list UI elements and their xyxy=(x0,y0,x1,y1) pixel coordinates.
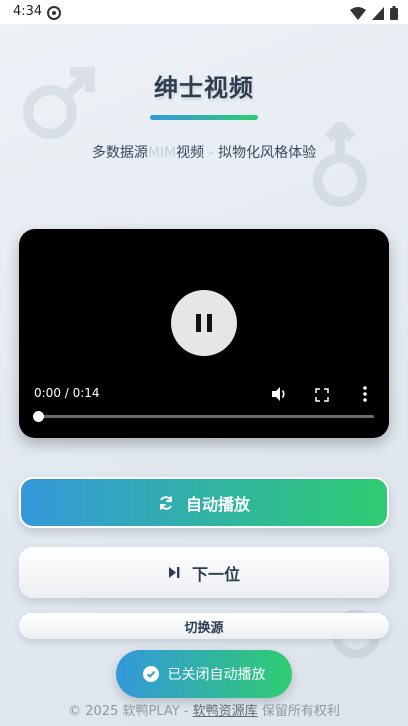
subtitle-faint-part: MIM xyxy=(147,145,177,161)
app-notification-icon xyxy=(47,5,61,20)
page-subtitle: 多数据源MIM视频 - 拟物化风格体验 xyxy=(0,142,408,162)
more-options-icon[interactable] xyxy=(362,385,368,407)
switch-source-label: 切换源 xyxy=(184,620,224,636)
footer: © 2025 软鸭PLAY - 软鸭资源库 保留所有权利 xyxy=(0,700,408,719)
male-symbol-decoration-icon xyxy=(313,122,367,207)
switch-source-button[interactable]: 切换源 xyxy=(19,613,389,639)
subtitle-part: 视频 xyxy=(176,145,205,161)
toast-message: 已关闭自动播放 xyxy=(167,667,266,683)
page-title: 绅士视频 xyxy=(154,74,254,102)
subtitle-part: 多数据源 xyxy=(91,145,148,161)
subtitle-part: 拟物化风格体验 xyxy=(218,145,317,161)
video-player[interactable]: 0:00 / 0:14 xyxy=(19,229,389,438)
seek-bar[interactable] xyxy=(38,415,374,418)
footer-suffix: 保留所有权利 xyxy=(257,704,340,719)
footer-prefix: © 2025 软鸭PLAY - xyxy=(68,704,193,719)
status-time: 4:34 xyxy=(13,4,43,19)
fullscreen-icon[interactable] xyxy=(315,387,329,406)
next-button[interactable]: 下一位 xyxy=(19,547,389,598)
seek-thumb[interactable] xyxy=(33,411,44,422)
signal-icon xyxy=(372,5,384,24)
refresh-icon xyxy=(158,495,174,511)
volume-icon[interactable] xyxy=(270,385,288,407)
subtitle-separator: - xyxy=(204,145,219,161)
toast-notification: 已关闭自动播放 xyxy=(116,650,292,698)
footer-link[interactable]: 软鸭资源库 xyxy=(193,704,258,719)
pause-button[interactable] xyxy=(171,290,237,356)
auto-play-label: 自动播放 xyxy=(185,494,250,514)
battery-icon xyxy=(390,5,398,24)
pause-icon xyxy=(196,314,212,332)
time-display: 0:00 / 0:14 xyxy=(34,386,100,400)
title-underline xyxy=(150,115,258,120)
status-bar: 4:34 xyxy=(0,0,408,24)
check-circle-icon xyxy=(142,666,159,682)
next-label: 下一位 xyxy=(191,564,240,584)
auto-play-button[interactable]: 自动播放 xyxy=(19,477,389,528)
skip-next-icon xyxy=(168,566,180,579)
wifi-icon xyxy=(350,5,366,24)
